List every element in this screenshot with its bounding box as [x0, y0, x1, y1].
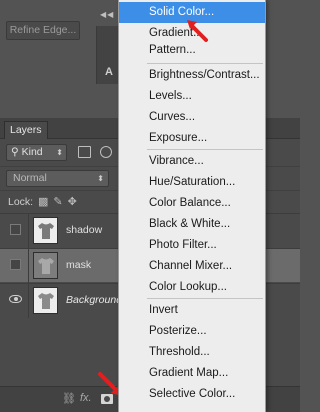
layer-name[interactable]: mask	[66, 259, 91, 271]
menu-item-vibrance[interactable]: Vibrance...	[119, 151, 265, 172]
menu-item-invert[interactable]: Invert	[119, 300, 265, 321]
blend-mode-select[interactable]: Normal ⬍	[6, 170, 109, 187]
kind-filter-select[interactable]: ⚲ Kind ⬍	[6, 144, 67, 161]
type-tool-icon[interactable]: A	[105, 66, 113, 78]
refine-edge-button[interactable]: Refine Edge...	[6, 21, 80, 40]
menu-item-brightness-contrast[interactable]: Brightness/Contrast...	[119, 65, 265, 86]
menu-separator	[147, 298, 263, 299]
layer-name[interactable]: Background	[66, 294, 122, 306]
kind-filter-label: Kind	[21, 146, 43, 158]
side-panel-strip: A	[96, 26, 120, 84]
menu-item-gradient-map[interactable]: Gradient Map...	[119, 363, 265, 384]
panel-collapse-arrows-icon[interactable]: ◀◀	[100, 10, 114, 19]
visibility-toggle[interactable]	[10, 259, 21, 270]
layer-thumbnail	[33, 217, 58, 244]
blend-mode-label: Normal	[13, 172, 47, 184]
menu-item-levels[interactable]: Levels...	[119, 86, 265, 107]
adjustment-layer-menu: Solid Color... Gradient... Pattern... Br…	[118, 0, 266, 412]
menu-item-color-lookup[interactable]: Color Lookup...	[119, 277, 265, 298]
menu-item-color-balance[interactable]: Color Balance...	[119, 193, 265, 214]
layer-thumbnail	[33, 287, 58, 314]
menu-item-hue-saturation[interactable]: Hue/Saturation...	[119, 172, 265, 193]
layer-thumbnail	[33, 252, 58, 279]
tshirt-icon	[38, 258, 54, 274]
divider	[28, 249, 29, 283]
lock-label: Lock:	[8, 196, 34, 208]
pixel-filter-icon[interactable]	[78, 146, 91, 158]
tab-layers[interactable]: Layers	[4, 121, 48, 139]
visibility-toggle[interactable]	[10, 224, 21, 235]
menu-item-channel-mixer[interactable]: Channel Mixer...	[119, 256, 265, 277]
divider	[28, 284, 29, 318]
menu-item-black-white[interactable]: Black & White...	[119, 214, 265, 235]
link-layers-icon[interactable]: ⛓	[62, 392, 76, 405]
menu-separator	[147, 149, 263, 150]
divider	[28, 214, 29, 248]
menu-item-threshold[interactable]: Threshold...	[119, 342, 265, 363]
menu-item-curves[interactable]: Curves...	[119, 107, 265, 128]
menu-item-posterize[interactable]: Posterize...	[119, 321, 265, 342]
search-icon: ⚲	[11, 146, 19, 158]
menu-item-selective-color[interactable]: Selective Color...	[119, 384, 265, 405]
chevron-updown-icon: ⬍	[97, 174, 104, 183]
tshirt-icon	[38, 293, 54, 309]
layer-name[interactable]: shadow	[66, 224, 102, 236]
lock-options-icons[interactable]: ▩✎✥	[38, 195, 82, 208]
menu-separator	[147, 63, 263, 64]
fx-icon[interactable]: fx.	[80, 392, 92, 404]
eye-icon[interactable]	[9, 295, 22, 303]
annotation-arrow-icon	[187, 20, 208, 42]
menu-item-exposure[interactable]: Exposure...	[119, 128, 265, 149]
adjustment-filter-icon[interactable]	[100, 146, 112, 158]
menu-item-photo-filter[interactable]: Photo Filter...	[119, 235, 265, 256]
chevron-updown-icon: ⬍	[56, 148, 63, 157]
tshirt-icon	[38, 223, 54, 239]
